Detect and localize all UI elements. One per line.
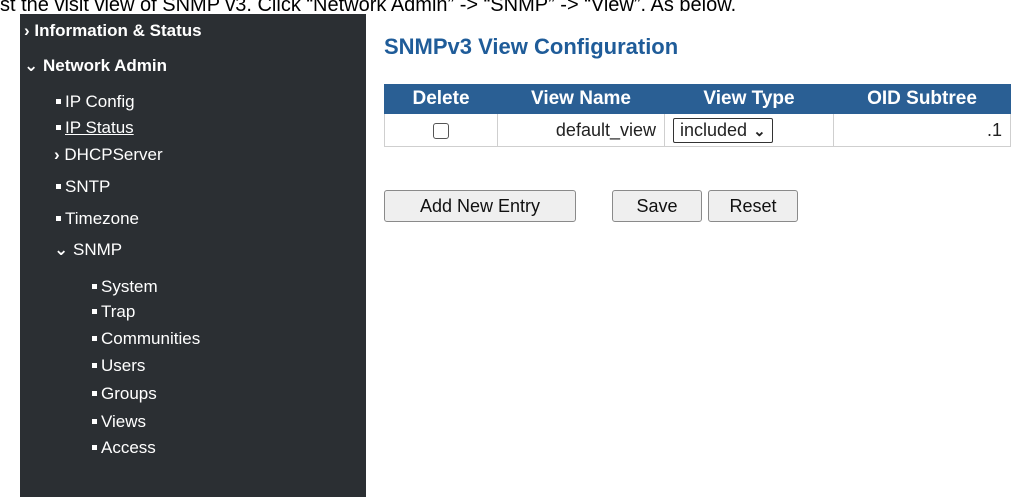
sidebar-item-trap[interactable]: Trap	[92, 302, 135, 322]
oid-subtree-cell[interactable]: .1	[833, 113, 1011, 147]
column-header-view-type: View Type	[664, 84, 834, 114]
sidebar-item-ip-status[interactable]: IP Status	[56, 118, 134, 138]
chevron-right-icon: ›	[54, 145, 60, 164]
sidebar-item-label: DHCPServer	[64, 145, 163, 164]
view-type-cell: included ⌄	[664, 113, 834, 147]
sidebar-item-snmp[interactable]: ⌄ SNMP	[54, 240, 122, 260]
sidebar-item-label: Information & Status	[34, 21, 202, 40]
sidebar-item-access[interactable]: Access	[92, 438, 156, 458]
sidebar-item-label: Timezone	[65, 209, 140, 228]
view-config-table: Delete View Name View Type OID Subtree d…	[384, 84, 1011, 147]
caption-text: st the visit view of SNMP v3. Click “Net…	[0, 0, 737, 14]
sidebar-item-users[interactable]: Users	[92, 356, 145, 376]
bullet-icon	[92, 419, 97, 425]
sidebar-item-label: Communities	[101, 329, 201, 348]
sidebar-item-label: SNTP	[65, 177, 111, 196]
chevron-down-icon: ⌄	[24, 56, 39, 75]
delete-checkbox[interactable]	[433, 122, 449, 139]
add-new-entry-button[interactable]: Add New Entry	[384, 190, 576, 222]
sidebar-item-sntp[interactable]: SNTP	[56, 177, 110, 197]
sidebar-item-groups[interactable]: Groups	[92, 384, 157, 404]
bullet-icon	[56, 216, 61, 222]
view-type-select[interactable]: included ⌄	[673, 117, 773, 143]
bullet-icon	[56, 125, 61, 131]
bullet-icon	[92, 391, 97, 397]
sidebar-item-network-admin[interactable]: ⌄ Network Admin	[24, 56, 167, 76]
sidebar-item-label: System	[101, 277, 158, 296]
sidebar-nav: › Information & Status ⌄ Network Admin I…	[20, 14, 366, 497]
sidebar-item-label: Views	[101, 412, 147, 431]
chevron-down-icon: ⌄	[54, 240, 69, 259]
reset-button[interactable]: Reset	[708, 190, 798, 222]
bullet-icon	[92, 363, 97, 369]
sidebar-item-timezone[interactable]: Timezone	[56, 209, 139, 229]
bullet-icon	[92, 309, 97, 315]
sidebar-item-label: Network Admin	[42, 56, 168, 75]
column-header-view-name: View Name	[497, 84, 665, 114]
bullet-icon	[92, 445, 97, 451]
chevron-down-icon: ⌄	[753, 122, 766, 140]
sidebar-item-views[interactable]: Views	[92, 412, 146, 432]
save-button[interactable]: Save	[612, 190, 702, 222]
sidebar-item-label: Groups	[101, 384, 157, 403]
bullet-icon	[92, 284, 97, 290]
chevron-right-icon: ›	[24, 21, 30, 40]
column-header-oid-subtree: OID Subtree	[833, 84, 1011, 114]
table-row: default_view included ⌄ .1	[384, 113, 1011, 147]
sidebar-item-label: IP Config	[65, 92, 135, 111]
sidebar-item-ip-config[interactable]: IP Config	[56, 92, 135, 112]
bullet-icon	[92, 336, 97, 342]
column-header-delete: Delete	[384, 84, 498, 114]
sidebar-item-label: IP Status	[65, 118, 134, 137]
sidebar-item-dhcpserver[interactable]: › DHCPServer	[54, 145, 163, 165]
view-name-cell: default_view	[497, 113, 665, 147]
sidebar-item-label: Users	[101, 356, 146, 375]
page-title: SNMPv3 View Configuration	[384, 34, 679, 59]
bullet-icon	[56, 184, 61, 190]
view-type-value: included	[680, 119, 748, 140]
sidebar-item-system[interactable]: System	[92, 277, 158, 297]
sidebar-item-label: Trap	[101, 302, 136, 321]
sidebar-item-label: Access	[101, 438, 156, 457]
bullet-icon	[56, 99, 61, 105]
sidebar-item-label: SNMP	[72, 240, 123, 259]
delete-cell	[384, 113, 498, 147]
table-header-row: Delete View Name View Type OID Subtree	[384, 84, 1011, 114]
sidebar-item-information-status[interactable]: › Information & Status	[24, 21, 202, 41]
sidebar-item-communities[interactable]: Communities	[92, 329, 200, 349]
